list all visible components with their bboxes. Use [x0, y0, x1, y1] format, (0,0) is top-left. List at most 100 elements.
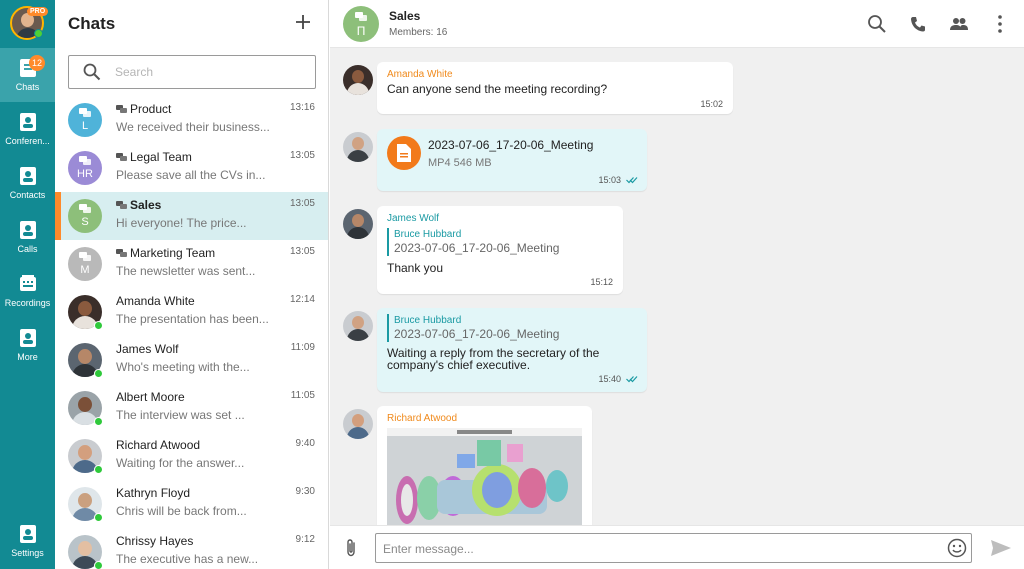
online-status-indicator — [34, 29, 43, 38]
message-input[interactable] — [383, 540, 923, 558]
chat-time: 12:14 — [289, 294, 315, 305]
online-status-indicator — [94, 465, 103, 474]
message-bubble[interactable]: Amanda White Can anyone send the meeting… — [377, 62, 733, 114]
chat-time: 11:09 — [290, 342, 315, 353]
online-status-indicator — [94, 321, 103, 330]
rail-item-label: Recordings — [4, 298, 51, 308]
chat-preview: Hi everyone! The price... — [116, 216, 247, 230]
phone-icon[interactable] — [908, 14, 928, 34]
chat-time: 13:16 — [289, 102, 315, 113]
chat-name: Albert Moore — [116, 390, 185, 404]
unread-count-badge: 12 — [29, 55, 46, 71]
chat-list-item[interactable]: Albert Moore 11:05 The interview was set… — [55, 384, 328, 432]
navigation-rail: PRO Chats 12 Conferen... Contacts Calls … — [0, 0, 55, 569]
file-name: 2023-07-06_17-20-06_Meeting — [428, 138, 594, 152]
message-time: 15:02 — [700, 99, 723, 109]
chat-preview: The newsletter was sent... — [116, 264, 256, 278]
sender-avatar[interactable] — [343, 209, 373, 239]
group-avatar: L — [68, 103, 102, 137]
message-text: Thank you — [387, 261, 444, 275]
attach-icon[interactable] — [344, 538, 358, 558]
chat-name: Sales — [116, 198, 161, 212]
quoted-message[interactable]: Bruce Hubbard 2023-07-06_17-20-06_Meetin… — [387, 314, 559, 342]
recordings-icon — [19, 275, 36, 291]
sender-avatar[interactable] — [343, 132, 373, 162]
chat-preview: Please save all the CVs in... — [116, 168, 266, 182]
file-download-button[interactable] — [387, 136, 421, 170]
chat-list-item-selected[interactable]: S Sales 13:05 Hi everyone! The price... — [55, 192, 328, 240]
chat-preview: Who's meeting with the... — [116, 360, 250, 374]
image-attachment[interactable] — [387, 428, 582, 530]
image-message-bubble[interactable]: Richard Atwood — [377, 406, 592, 531]
file-message-bubble[interactable]: 2023-07-06_17-20-06_Meeting MP4 546 MB 1… — [377, 129, 647, 191]
chat-time: 9:40 — [295, 438, 315, 449]
quoted-message[interactable]: Bruce Hubbard 2023-07-06_17-20-06_Meetin… — [387, 228, 559, 256]
message-input-box[interactable] — [375, 533, 972, 563]
file-meta: MP4 546 MB — [428, 157, 492, 169]
chat-name: Legal Team — [116, 150, 192, 164]
rail-item-conferences[interactable]: Conferen... — [0, 102, 55, 156]
search-box[interactable] — [68, 55, 316, 89]
rail-item-chats[interactable]: Chats 12 — [0, 48, 55, 102]
chat-preview: Waiting for the answer... — [116, 456, 245, 470]
chat-list-item[interactable]: Amanda White 12:14 The presentation has … — [55, 288, 328, 336]
chat-list-title: Chats — [68, 14, 116, 33]
message-text-line-2: company's chief executive. — [387, 358, 531, 372]
chat-preview: The presentation has been... — [116, 312, 269, 326]
rail-item-more[interactable]: More — [0, 318, 55, 372]
rail-item-label: More — [17, 352, 38, 362]
rail-item-recordings[interactable]: Recordings — [0, 264, 55, 318]
calls-icon — [19, 221, 36, 239]
conversation-avatar[interactable]: П — [343, 6, 379, 42]
sender-avatar[interactable] — [343, 409, 373, 439]
group-chat-icon — [116, 105, 127, 113]
emoji-icon[interactable] — [947, 538, 967, 558]
rail-item-settings[interactable]: Settings — [0, 514, 55, 568]
online-status-indicator — [94, 417, 103, 426]
chat-time: 9:12 — [295, 534, 315, 545]
chat-time: 13:05 — [289, 198, 315, 209]
sender-avatar[interactable] — [343, 311, 373, 341]
message-bubble[interactable]: Bruce Hubbard 2023-07-06_17-20-06_Meetin… — [377, 308, 647, 392]
quoted-text: 2023-07-06_17-20-06_Meeting — [394, 327, 560, 341]
rail-item-contacts[interactable]: Contacts — [0, 156, 55, 210]
add-chat-button[interactable] — [293, 12, 313, 32]
sender-avatar[interactable] — [343, 65, 373, 95]
chat-list-item[interactable]: Kathryn Floyd 9:30 Chris will be back fr… — [55, 480, 328, 528]
rail-item-label: Contacts — [9, 190, 46, 200]
rail-item-label: Settings — [11, 548, 44, 558]
chat-name: Product — [116, 102, 171, 116]
rail-item-calls[interactable]: Calls — [0, 210, 55, 264]
chat-name: Marketing Team — [116, 246, 215, 260]
online-status-indicator — [94, 561, 103, 569]
chat-list-item[interactable]: Richard Atwood 9:40 Waiting for the answ… — [55, 432, 328, 480]
message-text: Can anyone send the meeting recording? — [387, 82, 608, 96]
quoted-sender: Bruce Hubbard — [394, 315, 462, 326]
chat-name-text: Legal Team — [130, 150, 192, 164]
members-icon[interactable] — [949, 14, 969, 34]
rail-item-label: Calls — [17, 244, 38, 254]
group-chat-icon — [79, 108, 91, 117]
search-icon[interactable] — [867, 14, 887, 34]
group-chat-icon — [116, 153, 127, 161]
message-bubble[interactable]: James Wolf Bruce Hubbard 2023-07-06_17-2… — [377, 206, 623, 294]
group-chat-icon — [116, 249, 127, 257]
chat-list-item[interactable]: L Product 13:16 We received their busine… — [55, 96, 328, 144]
group-chat-icon — [79, 156, 91, 165]
chat-list-item[interactable]: M Marketing Team 13:05 The newsletter wa… — [55, 240, 328, 288]
group-avatar: M — [68, 247, 102, 281]
send-icon[interactable] — [990, 539, 1012, 557]
group-avatar: HR — [68, 151, 102, 185]
chat-name: Richard Atwood — [116, 438, 201, 452]
chat-time: 9:30 — [295, 486, 315, 497]
more-vertical-icon[interactable] — [990, 14, 1010, 34]
search-input[interactable] — [115, 63, 305, 81]
rail-item-label: Chats — [15, 82, 40, 92]
chat-name-text: Sales — [130, 198, 162, 212]
settings-icon — [19, 525, 36, 543]
message-sender: Amanda White — [387, 69, 453, 80]
group-chat-icon — [79, 252, 91, 261]
chat-list-item[interactable]: HR Legal Team 13:05 Please save all the … — [55, 144, 328, 192]
chat-list-item[interactable]: Chrissy Hayes 9:12 The executive has a n… — [55, 528, 328, 569]
chat-list-item[interactable]: James Wolf 11:09 Who's meeting with the.… — [55, 336, 328, 384]
